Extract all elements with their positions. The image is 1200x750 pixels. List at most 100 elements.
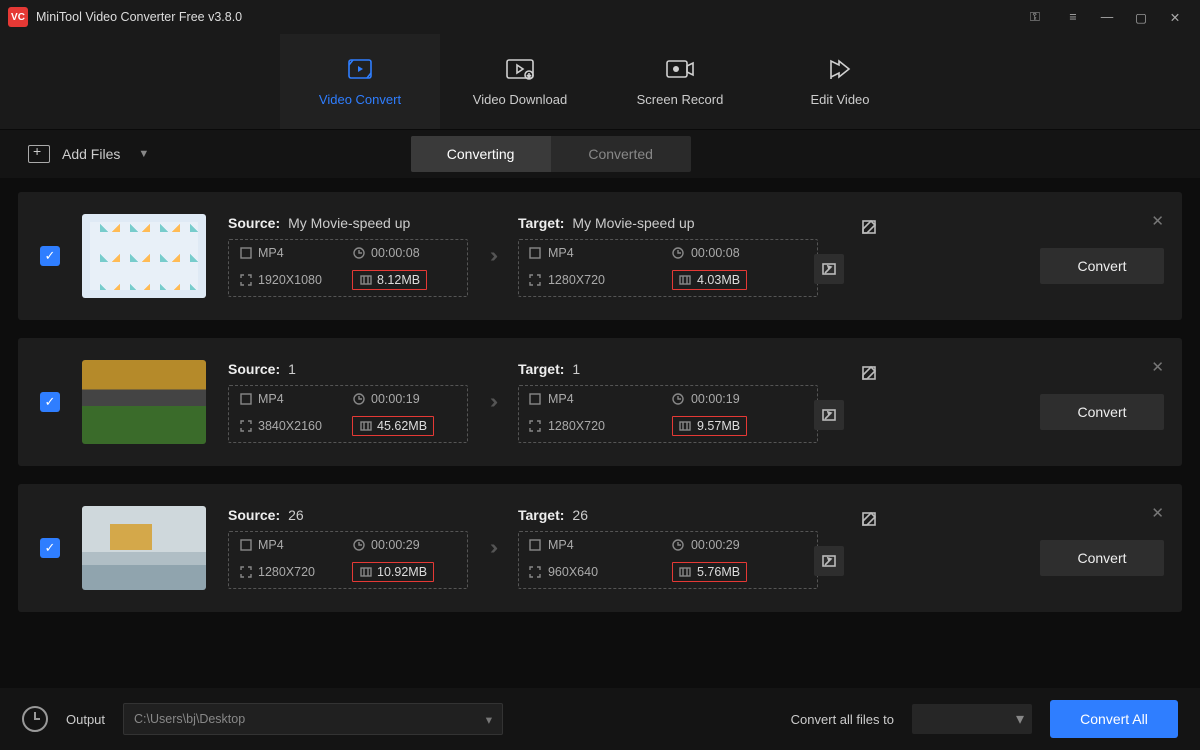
source-size: 45.62MB (377, 419, 427, 433)
app-logo-icon: VC (8, 7, 28, 27)
file-card: ✓ Source:1 MP4 00:00:19 3840X2160 45.62M… (18, 338, 1182, 466)
format-icon (239, 539, 252, 552)
target-size-chip: 9.57MB (672, 416, 747, 436)
clock-icon (352, 247, 365, 260)
target-size: 4.03MB (697, 273, 740, 287)
minimize-icon[interactable]: — (1090, 0, 1124, 34)
source-info: MP4 00:00:19 3840X2160 45.62MB (228, 385, 468, 443)
add-files-button[interactable]: Add Files ▼ (28, 145, 149, 163)
filesize-icon (359, 566, 372, 579)
output-path-select[interactable]: C:\Users\bj\Desktop ▾ (123, 703, 503, 735)
chevron-down-icon: ▾ (1016, 709, 1024, 729)
add-file-icon (28, 145, 50, 163)
target-resolution: 1280X720 (548, 419, 605, 433)
chevron-down-icon[interactable]: ▼ (138, 148, 149, 160)
source-duration: 00:00:19 (371, 392, 420, 406)
source-label: Source: (228, 507, 280, 523)
clock-icon (352, 539, 365, 552)
row-checkbox[interactable]: ✓ (40, 538, 60, 558)
convert-all-format-select[interactable]: ▾ (912, 704, 1032, 734)
tab-video-convert[interactable]: Video Convert (280, 34, 440, 129)
filesize-icon (679, 420, 692, 433)
file-card: ✓ Source:26 MP4 00:00:29 1280X720 10.92M… (18, 484, 1182, 612)
convert-button[interactable]: Convert (1040, 248, 1164, 284)
tab-label: Video Download (473, 92, 567, 107)
add-files-label: Add Files (62, 146, 120, 162)
title-bar: VC MiniTool Video Converter Free v3.8.0 … (0, 0, 1200, 34)
source-format: MP4 (258, 392, 284, 406)
convert-all-button[interactable]: Convert All (1050, 700, 1178, 738)
convert-icon (346, 56, 374, 82)
convert-all-to-label: Convert all files to (791, 712, 894, 727)
source-size: 10.92MB (377, 565, 427, 579)
remove-item-button[interactable]: ✕ (1151, 212, 1164, 230)
segment-converting[interactable]: Converting (411, 136, 551, 172)
window-title: MiniTool Video Converter Free v3.8.0 (36, 10, 242, 24)
arrow-icon: ››› (490, 537, 496, 560)
resolution-icon (529, 274, 542, 287)
tab-label: Screen Record (637, 92, 724, 107)
arrow-icon: ››› (490, 391, 496, 414)
format-icon (529, 539, 542, 552)
resolution-icon (529, 420, 542, 433)
target-size: 9.57MB (697, 419, 740, 433)
bottom-bar: Output C:\Users\bj\Desktop ▾ Convert all… (0, 688, 1200, 750)
status-segment: Converting Converted (411, 136, 691, 172)
schedule-icon[interactable] (22, 706, 48, 732)
file-list: ✓ Source: My Movie-speed up MP4 00:00:08 … (0, 178, 1200, 682)
convert-label: Convert (1077, 258, 1126, 274)
resolution-icon (529, 566, 542, 579)
target-size-chip: 5.76MB (672, 562, 747, 582)
clock-icon (352, 393, 365, 406)
target-filename: 1 (572, 361, 580, 377)
source-size-chip: 45.62MB (352, 416, 434, 436)
remove-item-button[interactable]: ✕ (1151, 504, 1164, 522)
row-checkbox[interactable]: ✓ (40, 246, 60, 266)
segment-label: Converting (447, 146, 515, 162)
source-filename: 1 (288, 361, 296, 377)
target-format: MP4 (548, 392, 574, 406)
video-thumbnail[interactable] (82, 360, 206, 444)
convert-button[interactable]: Convert (1040, 394, 1164, 430)
source-resolution: 1280X720 (258, 565, 315, 579)
rename-target-button[interactable] (854, 358, 884, 388)
output-label: Output (66, 712, 105, 727)
file-card: ✓ Source:My Movie-speed up MP4 00:00:08 … (18, 192, 1182, 320)
source-size-chip: 10.92MB (352, 562, 434, 582)
close-window-icon[interactable]: ✕ (1158, 0, 1192, 34)
source-duration: 00:00:29 (371, 538, 420, 552)
video-thumbnail[interactable] (82, 506, 206, 590)
convert-button[interactable]: Convert (1040, 540, 1164, 576)
activate-key-icon[interactable]: ⚿ (1018, 0, 1052, 34)
target-settings-button[interactable] (814, 546, 844, 576)
resolution-icon (239, 420, 252, 433)
video-thumbnail[interactable] (82, 214, 206, 298)
target-filename: My Movie-speed up (572, 215, 694, 231)
source-size-chip: 8.12MB (352, 270, 427, 290)
target-settings-button[interactable] (814, 254, 844, 284)
segment-converted[interactable]: Converted (551, 136, 691, 172)
toolbar: Add Files ▼ Converting Converted (0, 130, 1200, 178)
tab-screen-record[interactable]: Screen Record (600, 34, 760, 129)
record-icon (665, 56, 695, 82)
maximize-icon[interactable]: ▢ (1124, 0, 1158, 34)
filesize-icon (679, 274, 692, 287)
convert-label: Convert (1077, 550, 1126, 566)
tab-edit-video[interactable]: Edit Video (760, 34, 920, 129)
format-icon (239, 393, 252, 406)
hamburger-menu-icon[interactable]: ≡ (1056, 0, 1090, 34)
clock-icon (672, 247, 685, 260)
resolution-icon (239, 566, 252, 579)
target-settings-button[interactable] (814, 400, 844, 430)
remove-item-button[interactable]: ✕ (1151, 358, 1164, 376)
source-info: MP4 00:00:08 1920X1080 8.12MB (228, 239, 468, 297)
target-size-chip: 4.03MB (672, 270, 747, 290)
top-nav: Video Convert Video Download Screen Reco… (0, 34, 1200, 130)
rename-target-button[interactable] (854, 504, 884, 534)
row-checkbox[interactable]: ✓ (40, 392, 60, 412)
tab-video-download[interactable]: Video Download (440, 34, 600, 129)
output-path-value: C:\Users\bj\Desktop (134, 712, 245, 726)
filesize-icon (679, 566, 692, 579)
rename-target-button[interactable] (854, 212, 884, 242)
download-icon (505, 56, 535, 82)
